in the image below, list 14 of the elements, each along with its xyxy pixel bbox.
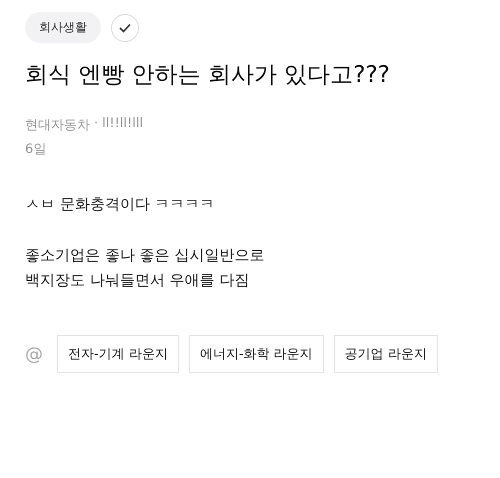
post-time: 6일 <box>25 141 48 158</box>
lounge-tag[interactable]: 공기업 라운지 <box>334 335 438 373</box>
check-icon <box>119 22 131 32</box>
separator: · <box>94 116 98 133</box>
lounge-tag[interactable]: 에너지-화학 라운지 <box>188 335 324 373</box>
body-paragraph: 좋소기업은 좋나 좋은 십시일반으로 백지장도 나눠들면서 우애를 다짐 <box>25 245 266 291</box>
check-button[interactable] <box>111 14 139 42</box>
lounge-tag[interactable]: 전자-기계 라운지 <box>57 335 179 373</box>
body-paragraph: ㅅㅂ 문화충격이다 ㅋㅋㅋㅋ <box>25 194 216 215</box>
author-name: ll!!ll!lll <box>102 116 144 133</box>
category-tag[interactable]: 회사생활 <box>25 12 101 43</box>
mention-symbol: @ <box>25 344 43 364</box>
post-title: 회식 엔빵 안하는 회사가 있다고??? <box>25 61 391 90</box>
company-name: 현대자동차 <box>25 117 90 134</box>
